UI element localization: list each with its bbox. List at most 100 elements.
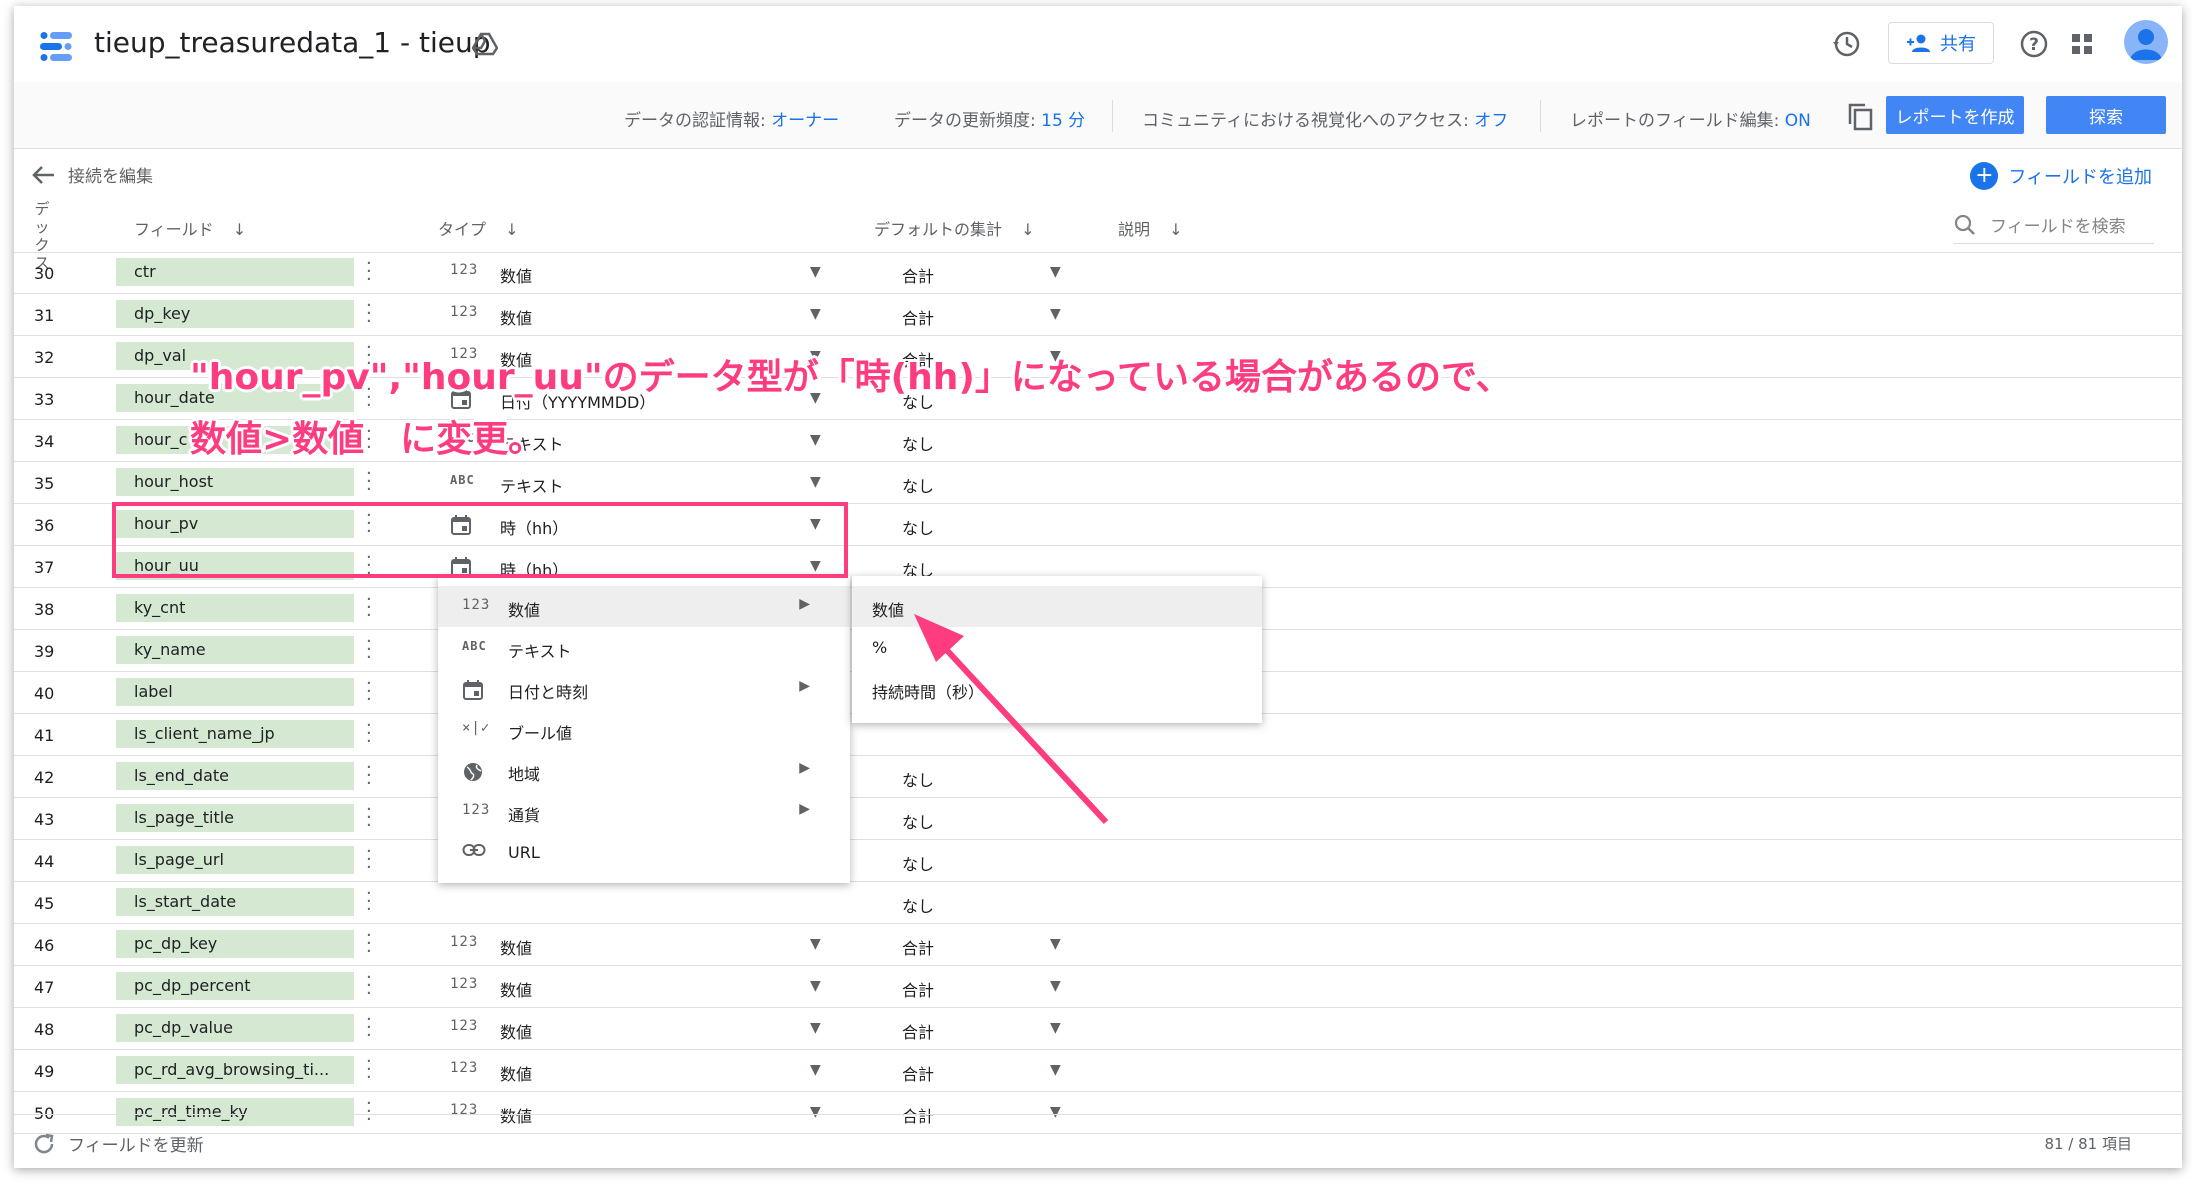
field-name-input[interactable]: ky_cnt [116,594,354,622]
type-menu-item[interactable]: URL [438,832,850,873]
aggregation-select[interactable]: 合計 [902,263,934,287]
freshness-info[interactable]: データの更新頻度: 15 分 [894,106,1085,131]
create-report-button[interactable]: レポートを作成 [1886,96,2024,134]
type-menu-item[interactable]: 地域 ▶ [438,750,850,791]
chevron-down-icon[interactable]: ▼ [1050,264,1061,280]
field-name-input[interactable]: label [116,678,354,706]
field-name-input[interactable]: hour_host [116,468,354,496]
avatar[interactable] [2124,20,2168,64]
aggregation-select[interactable]: なし [902,893,934,917]
type-menu-item[interactable]: 123 通貨 ▶ [438,791,850,832]
type-menu-item[interactable]: ABC テキスト [438,627,850,668]
table-row[interactable]: 49 pc_rd_avg_browsing_ti... · · · 123 数値 ▼ 合計 ▼ [14,1050,2182,1092]
field-search[interactable]: フィールドを検索 [1954,212,2154,244]
cred-value[interactable]: オーナー [771,111,839,131]
freq-value[interactable]: 15 分 [1041,111,1085,131]
refresh-fields-button[interactable]: フィールドを更新 [32,1131,204,1156]
field-edit-info[interactable]: レポートのフィールド編集: ON [1570,106,1811,131]
chevron-down-icon[interactable]: ▼ [810,474,821,490]
more-vert-icon[interactable]: · · · [366,969,372,1003]
aggregation-column-header[interactable]: デフォルトの集計 ↓ [874,216,1035,240]
aggregation-select[interactable]: 合計 [902,1019,934,1043]
more-vert-icon[interactable]: · · · [366,591,372,625]
type-menu-item[interactable]: 123 数値 ▶ [438,586,850,627]
field-name-input[interactable]: ls_page_title [116,804,354,832]
field-name-input[interactable]: pc_rd_avg_browsing_ti... [116,1056,354,1084]
credentials-info[interactable]: データの認証情報: オーナー [624,106,839,131]
aggregation-select[interactable]: 合計 [902,977,934,1001]
access-value[interactable]: オフ [1474,111,1508,131]
type-select[interactable]: 数値 [500,935,532,959]
aggregation-select[interactable]: 合計 [902,935,934,959]
copy-icon[interactable] [1846,102,1874,132]
more-vert-icon[interactable]: · · · [366,843,372,877]
table-row[interactable]: 48 pc_dp_value · · · 123 数値 ▼ 合計 ▼ [14,1008,2182,1050]
aggregation-select[interactable]: なし [902,851,934,875]
type-menu-item[interactable]: 日付と時刻 ▶ [438,668,850,709]
field-column-header[interactable]: フィールド ↓ [134,216,246,240]
edit-connection-link[interactable]: 接続を編集 [32,162,153,187]
history-icon[interactable] [1830,28,1862,60]
table-row[interactable]: 35 hour_host · · · ABC テキスト ▼ なし [14,462,2182,504]
chevron-down-icon[interactable]: ▼ [1050,306,1061,322]
table-row[interactable]: 45 ls_start_date · · · なし [14,882,2182,924]
share-button[interactable]: 共有 [1888,22,1994,64]
field-name-input[interactable]: pc_dp_key [116,930,354,958]
aggregation-select[interactable]: なし [902,431,934,455]
type-menu-item[interactable]: ×|✓ ブール値 [438,709,850,750]
more-vert-icon[interactable]: · · · [366,927,372,961]
field-name-input[interactable]: ky_name [116,636,354,664]
table-row[interactable]: 30 ctr · · · 123 数値 ▼ 合計 ▼ [14,252,2182,294]
type-select[interactable]: 数値 [500,1061,532,1085]
aggregation-select[interactable]: なし [902,473,934,497]
field-name-input[interactable]: ls_page_url [116,846,354,874]
field-name-input[interactable]: ls_start_date [116,888,354,916]
apps-grid-icon[interactable] [2070,32,2094,56]
type-select[interactable]: 数値 [500,1019,532,1043]
field-name-input[interactable]: ctr [116,258,354,286]
search-input[interactable]: フィールドを検索 [1990,212,2126,237]
community-access-info[interactable]: コミュニティにおける視覚化へのアクセス: オフ [1142,106,1508,131]
field-name-input[interactable]: pc_dp_percent [116,972,354,1000]
chevron-down-icon[interactable]: ▼ [1050,936,1061,952]
more-vert-icon[interactable]: · · · [366,675,372,709]
more-vert-icon[interactable]: · · · [366,297,372,331]
field-name-input[interactable]: ls_client_name_jp [116,720,354,748]
aggregation-select[interactable]: 合計 [902,1061,934,1085]
field-name-input[interactable]: pc_dp_value [116,1014,354,1042]
type-column-header[interactable]: タイプ ↓ [438,216,519,240]
add-field-button[interactable]: + フィールドを追加 [1970,162,2152,190]
more-vert-icon[interactable]: · · · [366,759,372,793]
chevron-down-icon[interactable]: ▼ [810,306,821,322]
more-vert-icon[interactable]: · · · [366,801,372,835]
type-select[interactable]: 数値 [500,263,532,287]
field-name-input[interactable]: dp_key [116,300,354,328]
aggregation-select[interactable]: 合計 [902,305,934,329]
drive-icon[interactable] [472,32,498,56]
type-select[interactable]: テキスト [500,473,564,497]
more-vert-icon[interactable]: · · · [366,633,372,667]
type-select[interactable]: 数値 [500,305,532,329]
table-row[interactable]: 44 ls_page_url · · · なし [14,840,2182,882]
chevron-down-icon[interactable]: ▼ [810,1020,821,1036]
help-icon[interactable]: ? [2018,28,2050,60]
more-vert-icon[interactable]: · · · [366,465,372,499]
chevron-down-icon[interactable]: ▼ [810,432,821,448]
table-row[interactable]: 46 pc_dp_key · · · 123 数値 ▼ 合計 ▼ [14,924,2182,966]
chevron-down-icon[interactable]: ▼ [1050,1062,1061,1078]
explore-button[interactable]: 探索 [2046,96,2166,134]
table-row[interactable]: 31 dp_key · · · 123 数値 ▼ 合計 ▼ [14,294,2182,336]
chevron-down-icon[interactable]: ▼ [810,1062,821,1078]
more-vert-icon[interactable]: · · · [366,1011,372,1045]
chevron-down-icon[interactable]: ▼ [810,264,821,280]
chevron-down-icon[interactable]: ▼ [1050,978,1061,994]
chevron-down-icon[interactable]: ▼ [1050,1020,1061,1036]
chevron-down-icon[interactable]: ▼ [810,978,821,994]
more-vert-icon[interactable]: · · · [366,885,372,919]
field-name-input[interactable]: ls_end_date [116,762,354,790]
more-vert-icon[interactable]: · · · [366,1053,372,1087]
description-column-header[interactable]: 説明 ↓ [1118,216,1183,240]
aggregation-select[interactable]: なし [902,515,934,539]
edit-value[interactable]: ON [1785,111,1811,131]
table-row[interactable]: 47 pc_dp_percent · · · 123 数値 ▼ 合計 ▼ [14,966,2182,1008]
